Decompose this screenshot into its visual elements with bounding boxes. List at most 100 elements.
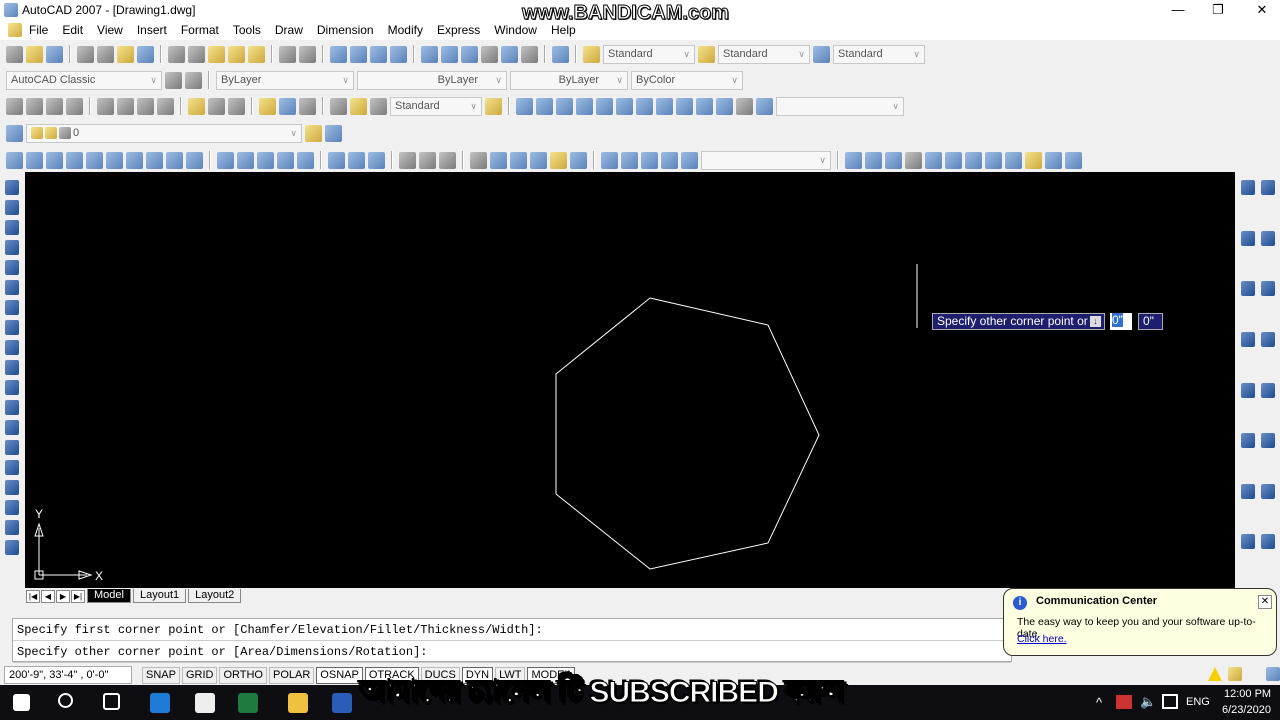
- rotate-icon[interactable]: [1241, 331, 1255, 347]
- arc-length-icon[interactable]: [46, 97, 63, 115]
- grid-toggle[interactable]: GRID: [181, 666, 218, 684]
- break-icon[interactable]: [1261, 433, 1275, 449]
- right-view-icon[interactable]: [596, 97, 613, 115]
- continuous-orbit-icon[interactable]: [641, 151, 658, 169]
- sw-iso-icon[interactable]: [656, 97, 673, 115]
- stretch-icon[interactable]: [1241, 382, 1255, 398]
- chamfer-icon[interactable]: [1261, 483, 1275, 499]
- ordinate-icon[interactable]: [66, 97, 83, 115]
- gradient-icon[interactable]: [5, 480, 19, 495]
- multiline-text-icon[interactable]: [5, 540, 19, 555]
- workspace-select[interactable]: AutoCAD Classic: [6, 70, 162, 90]
- ucs-previous-icon[interactable]: [885, 151, 902, 169]
- open-icon[interactable]: [26, 45, 43, 63]
- union-icon[interactable]: [328, 151, 345, 169]
- menu-dimension[interactable]: Dimension: [317, 23, 374, 37]
- ucs-z-icon[interactable]: [1065, 151, 1082, 169]
- front-view-icon[interactable]: [616, 97, 633, 115]
- task-view-icon[interactable]: [103, 693, 120, 710]
- text-style-select[interactable]: Standard: [603, 44, 695, 64]
- dimension-edit-icon[interactable]: [330, 97, 347, 115]
- polygon-icon[interactable]: [5, 240, 19, 255]
- calculator-icon[interactable]: [521, 45, 538, 63]
- ucs-face-icon[interactable]: [905, 151, 922, 169]
- first-tab-button[interactable]: |◀: [26, 589, 40, 603]
- undo-icon[interactable]: [279, 45, 296, 63]
- trim-icon[interactable]: [1261, 382, 1275, 398]
- camera-icon[interactable]: [736, 97, 753, 115]
- ortho-toggle[interactable]: ORTHO: [219, 666, 267, 684]
- excel-icon[interactable]: [238, 693, 258, 713]
- color-select[interactable]: ByLayer: [216, 70, 354, 90]
- plot-icon[interactable]: [77, 45, 94, 63]
- menu-format[interactable]: Format: [181, 23, 219, 37]
- minimize-button[interactable]: —: [1156, 0, 1200, 20]
- ne-iso-icon[interactable]: [696, 97, 713, 115]
- jogged-icon[interactable]: [117, 97, 134, 115]
- presspull-icon[interactable]: [237, 151, 254, 169]
- workspace-save-icon[interactable]: [185, 71, 202, 89]
- dimension-style-icon[interactable]: [485, 97, 502, 115]
- top-view-icon[interactable]: [536, 97, 553, 115]
- menu-express[interactable]: Express: [437, 23, 480, 37]
- start-icon[interactable]: [13, 694, 30, 711]
- baseline-icon[interactable]: [208, 97, 225, 115]
- plotstyle-select[interactable]: ByColor: [631, 70, 743, 90]
- named-views-icon[interactable]: [756, 97, 773, 115]
- realistic-icon[interactable]: [550, 151, 567, 169]
- workspace-settings-icon[interactable]: [165, 71, 182, 89]
- cylinder-icon[interactable]: [106, 151, 123, 169]
- ucs-object-icon[interactable]: [925, 151, 942, 169]
- extrude-icon[interactable]: [217, 151, 234, 169]
- volume-icon[interactable]: 🔈: [1140, 694, 1156, 710]
- insert-block-icon[interactable]: [5, 400, 19, 415]
- visual-styles-manager-icon[interactable]: [570, 151, 587, 169]
- spline-icon[interactable]: [5, 340, 19, 355]
- menu-tools[interactable]: Tools: [233, 23, 261, 37]
- restore-button[interactable]: ❐: [1196, 0, 1240, 20]
- menu-file[interactable]: File: [29, 23, 48, 37]
- prev-tab-button[interactable]: ◀: [41, 589, 55, 603]
- back-view-icon[interactable]: [636, 97, 653, 115]
- paste-icon[interactable]: [208, 45, 225, 63]
- menu-edit[interactable]: Edit: [62, 23, 83, 37]
- point-icon[interactable]: [5, 440, 19, 455]
- subtract-icon[interactable]: [348, 151, 365, 169]
- planar-surface-icon[interactable]: [186, 151, 203, 169]
- sphere-icon[interactable]: [86, 151, 103, 169]
- linetype-select[interactable]: ByLayer: [357, 70, 507, 90]
- explode-icon[interactable]: [1261, 534, 1275, 550]
- store-icon[interactable]: [195, 693, 215, 713]
- tab-layout1[interactable]: Layout1: [132, 589, 187, 603]
- last-tab-button[interactable]: ▶|: [71, 589, 85, 603]
- 2d-wireframe-icon[interactable]: [490, 151, 507, 169]
- center-mark-icon[interactable]: [299, 97, 316, 115]
- scale-icon[interactable]: [1261, 331, 1275, 347]
- ucs-view-icon[interactable]: [945, 151, 962, 169]
- left-view-icon[interactable]: [576, 97, 593, 115]
- make-block-icon[interactable]: [5, 420, 19, 435]
- ucs-3point-icon[interactable]: [1005, 151, 1022, 169]
- file-explorer-icon[interactable]: [288, 693, 308, 713]
- 3d-move-icon[interactable]: [399, 151, 416, 169]
- polysolid-icon[interactable]: [6, 151, 23, 169]
- toolbar-lock-icon[interactable]: [1228, 667, 1242, 681]
- ucs-x-icon[interactable]: [1025, 151, 1042, 169]
- word-icon[interactable]: [332, 693, 352, 713]
- linear-dimension-icon[interactable]: [6, 97, 23, 115]
- sheet-set-icon[interactable]: [481, 45, 498, 63]
- language-indicator[interactable]: ENG: [1186, 696, 1210, 708]
- polar-toggle[interactable]: POLAR: [269, 666, 315, 684]
- tolerance-icon[interactable]: [279, 97, 296, 115]
- pyramid-icon[interactable]: [146, 151, 163, 169]
- circle-icon[interactable]: [5, 300, 19, 315]
- snap-toggle[interactable]: SNAP: [142, 666, 180, 684]
- menu-window[interactable]: Window: [494, 23, 537, 37]
- ucs-zaxis-icon[interactable]: [985, 151, 1002, 169]
- hatch-icon[interactable]: [5, 460, 19, 475]
- ucs-select[interactable]: [701, 150, 831, 170]
- swivel-icon[interactable]: [681, 151, 698, 169]
- sweep-icon[interactable]: [257, 151, 274, 169]
- torus-icon[interactable]: [126, 151, 143, 169]
- menu-modify[interactable]: Modify: [388, 23, 423, 37]
